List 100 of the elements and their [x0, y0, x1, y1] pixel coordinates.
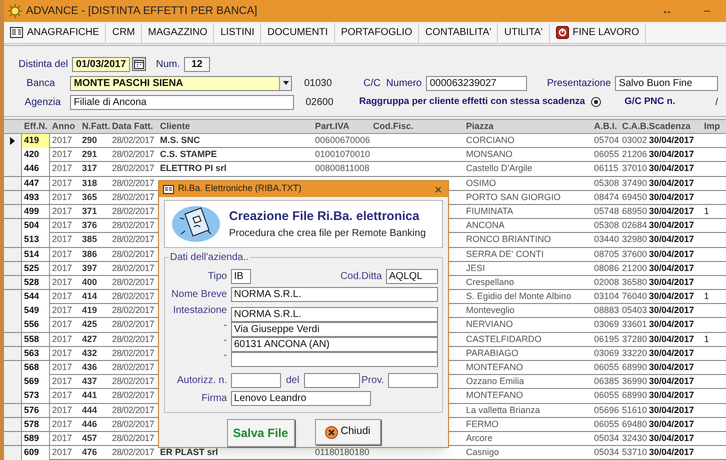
table-cell[interactable]: 569	[22, 375, 50, 389]
row-selector-cell[interactable]	[4, 432, 22, 446]
table-cell[interactable]: 525	[22, 262, 50, 276]
table-cell[interactable]: 513	[22, 233, 50, 247]
row-selector-cell[interactable]	[4, 162, 22, 176]
date-field[interactable]	[304, 373, 360, 388]
menu-item[interactable]: DOCUMENTI	[261, 22, 335, 42]
header-line-field[interactable]: Via Giuseppe Verdi	[231, 322, 438, 337]
table-cell[interactable]: 549	[22, 304, 50, 318]
header-line-field[interactable]: 60131 ANCONA (AN)	[231, 337, 438, 352]
table-cell-text: 28/02/2017	[111, 418, 156, 431]
table-cell-text: 2017	[51, 190, 74, 204]
table-cell[interactable]: 576	[22, 404, 50, 418]
minimize-button[interactable]: –	[692, 2, 722, 20]
type-field[interactable]: IB	[231, 269, 251, 284]
signature-field[interactable]: Lenovo Leandro	[231, 391, 371, 406]
table-cell[interactable]: 420	[22, 148, 50, 162]
menu-item[interactable]: FINE LAVORO	[550, 22, 646, 42]
header-line-field[interactable]: NORMA S.R.L.	[231, 307, 438, 322]
close-dialog-button[interactable]: Chiudi	[314, 419, 380, 445]
row-selector-cell[interactable]	[4, 204, 22, 218]
table-cell[interactable]: 558	[22, 332, 50, 346]
table-cell-text: 03440	[593, 233, 620, 246]
table-cell-text: 290	[81, 134, 98, 147]
authorization-field[interactable]	[231, 373, 281, 388]
row-selector-cell[interactable]	[4, 446, 22, 460]
date-field[interactable]: 01/03/2017	[72, 56, 130, 72]
table-cell[interactable]: 578	[22, 418, 50, 432]
table-cell[interactable]: 446	[22, 162, 50, 176]
menu-item[interactable]: CRM	[106, 22, 142, 42]
menu-item[interactable]: MAGAZZINO	[142, 22, 214, 42]
row-selector-cell[interactable]	[4, 190, 22, 204]
row-selector-cell[interactable]	[4, 332, 22, 346]
column-header: N.Fatt.	[81, 120, 110, 133]
table-cell[interactable]: 499	[22, 204, 50, 218]
row-selector-cell[interactable]	[4, 346, 22, 360]
table-cell-text: 425	[81, 318, 98, 332]
table-cell-text: FERMO	[465, 418, 500, 431]
row-selector-cell[interactable]	[4, 233, 22, 247]
table-cell[interactable]: 589	[22, 432, 50, 446]
table-cell[interactable]: 573	[22, 389, 50, 403]
menu-item[interactable]: UTILITA'	[498, 22, 550, 42]
caret-icon	[282, 81, 289, 85]
table-cell-text: 2017	[51, 290, 74, 304]
bank-dropdown[interactable]: MONTE PASCHI SIENA	[70, 76, 292, 90]
table-cell-text: 28/02/2017	[111, 361, 156, 374]
table-cell[interactable]: 514	[22, 248, 50, 261]
table-cell-text: CORCIANO	[465, 134, 516, 147]
table-cell-text: 30/04/2017	[648, 361, 696, 374]
row-selector-cell[interactable]	[4, 418, 22, 432]
row-selector-cell[interactable]	[4, 290, 22, 304]
table-cell[interactable]: 419	[22, 134, 50, 148]
company-code-field[interactable]: AQLQL	[386, 269, 438, 284]
table-cell[interactable]: 568	[22, 361, 50, 374]
presentation-field[interactable]: Salvo Buon Fine	[614, 76, 718, 90]
menu-item[interactable]: PORTAFOGLIO	[334, 22, 420, 42]
row-selector-cell[interactable]	[4, 389, 22, 403]
header-line-field[interactable]	[231, 352, 438, 367]
table-cell[interactable]: 528	[22, 276, 50, 290]
account-field[interactable]: 000063239027	[426, 76, 527, 90]
close-button[interactable]: ×	[432, 182, 444, 196]
table-cell-text: 1	[703, 332, 710, 346]
table-cell-text: 2017	[51, 276, 74, 289]
branch-field[interactable]: Filiale di Ancona	[70, 94, 294, 110]
table-cell-text: 28/02/2017	[111, 276, 156, 289]
row-selector-cell[interactable]	[4, 134, 22, 148]
menu-item[interactable]: ANAGRAFICHE	[4, 22, 106, 42]
row-selector-cell[interactable]	[4, 361, 22, 374]
row-selector-cell[interactable]	[4, 404, 22, 418]
province-field[interactable]	[388, 373, 438, 388]
number-field[interactable]: 12	[184, 56, 210, 72]
table-cell-text: FIUMINATA	[465, 204, 514, 218]
table-cell[interactable]: 563	[22, 346, 50, 360]
short-name-field[interactable]: NORMA S.R.L.	[231, 287, 438, 302]
table-cell-text: 30/04/2017	[648, 248, 696, 260]
table-cell[interactable]: 447	[22, 176, 50, 190]
calendar-button[interactable]	[132, 57, 146, 71]
table-cell-text: ER PLAST srl	[159, 446, 220, 460]
row-selector-cell[interactable]	[4, 176, 22, 190]
row-selector-cell[interactable]	[4, 248, 22, 261]
table-cell[interactable]: 544	[22, 290, 50, 304]
field-label: C/C Numero	[363, 76, 422, 90]
table-cell[interactable]: 493	[22, 190, 50, 204]
table-cell-text: 30/04/2017	[648, 404, 696, 417]
menu-item[interactable]: CONTABILITA'	[419, 22, 498, 42]
menu-item[interactable]: LISTINI	[214, 22, 262, 42]
row-selector-cell[interactable]	[4, 276, 22, 290]
resize-button[interactable]: ↔	[642, 2, 692, 20]
save-file-button[interactable]: Salva File	[226, 419, 294, 447]
row-selector-cell[interactable]	[4, 262, 22, 276]
row-selector-cell[interactable]	[4, 318, 22, 332]
table-cell-text: 30/04/2017	[648, 219, 696, 232]
radio-button[interactable]	[591, 97, 601, 107]
table-cell[interactable]: 609	[22, 446, 50, 460]
table-cell-text: Ozzano Emilia	[465, 375, 526, 388]
table-cell-text: 437	[81, 375, 98, 388]
row-selector-cell[interactable]	[4, 219, 22, 233]
table-cell[interactable]: 504	[22, 219, 50, 233]
table-cell-text: 1	[703, 290, 710, 304]
table-cell[interactable]: 556	[22, 318, 50, 332]
